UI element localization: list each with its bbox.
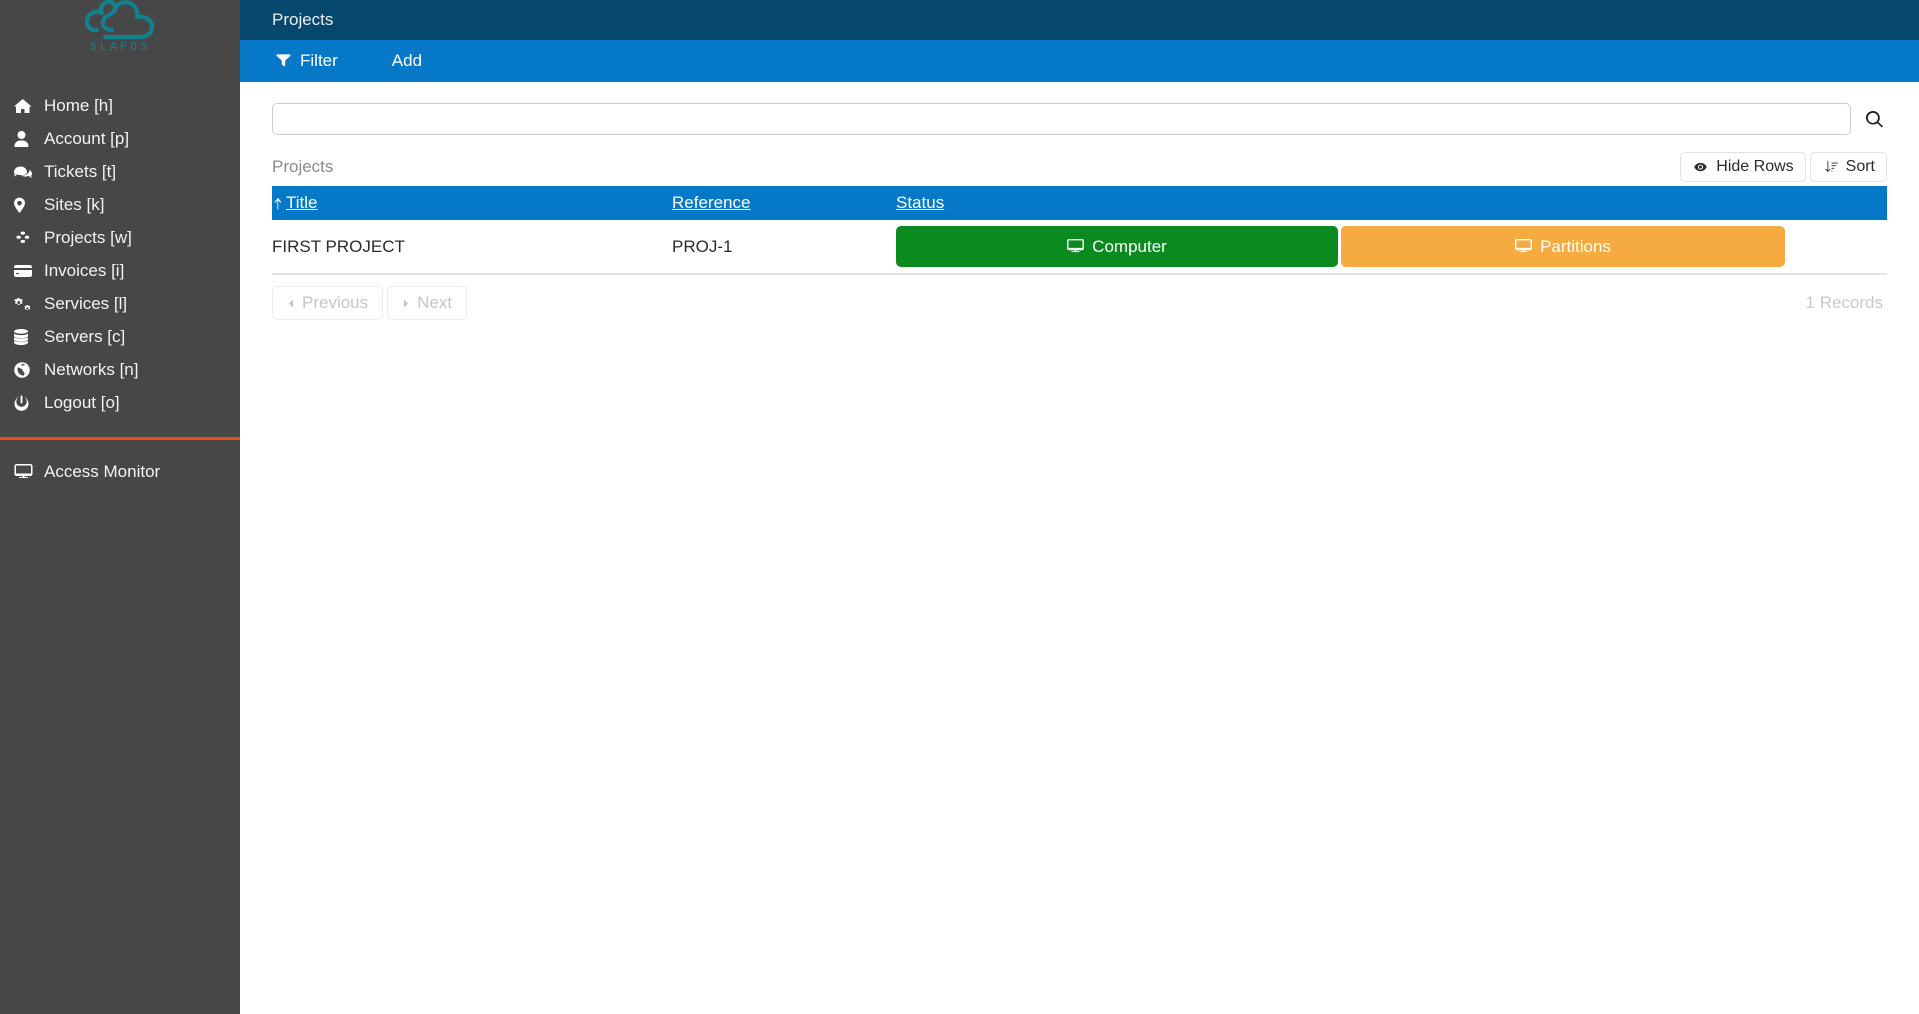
sidebar: SLAPOS Home [h] Account [p] Tickets [t] … bbox=[0, 0, 240, 1014]
eye-icon bbox=[1692, 161, 1709, 173]
table-col-status-link[interactable]: Status bbox=[896, 193, 944, 213]
listing-title: Projects bbox=[272, 157, 334, 176]
listing-header: Projects Hide Rows Sort bbox=[272, 152, 1887, 182]
sidebar-divider bbox=[0, 437, 240, 440]
triangle-left-icon bbox=[287, 298, 295, 309]
table-head: Title Reference Status bbox=[272, 186, 1887, 220]
sort-amount-down-icon bbox=[1822, 160, 1839, 174]
projects-table: Title Reference Status FIRST PROJECT PRO… bbox=[272, 186, 1887, 275]
desktop-icon bbox=[1067, 239, 1085, 254]
add-button-label: Add bbox=[391, 51, 423, 70]
desktop-icon bbox=[1515, 239, 1532, 254]
sort-label: Sort bbox=[1845, 158, 1875, 175]
table-body: FIRST PROJECT PROJ-1 Computer Partitions bbox=[272, 220, 1887, 274]
home-icon bbox=[14, 98, 44, 114]
sidebar-item-label: Home [h] bbox=[44, 95, 113, 115]
triangle-right-icon bbox=[402, 298, 410, 309]
sidebar-nav: Home [h] Account [p] Tickets [t] Sites [… bbox=[0, 89, 240, 419]
sidebar-item-services[interactable]: Services [l] bbox=[0, 287, 240, 320]
next-page-label: Next bbox=[417, 293, 453, 312]
records-count: 1 Records bbox=[1805, 293, 1883, 312]
sidebar-item-tickets[interactable]: Tickets [t] bbox=[0, 155, 240, 188]
sidebar-item-projects[interactable]: Projects [w] bbox=[0, 221, 240, 254]
sidebar-nav-bottom: Access Monitor bbox=[0, 455, 240, 488]
filter-button-label: Filter bbox=[300, 51, 338, 70]
add-button[interactable]: Add bbox=[382, 47, 432, 75]
table-col-reference: Reference bbox=[672, 186, 896, 220]
search-input[interactable] bbox=[272, 103, 1851, 135]
table-col-status: Status bbox=[896, 186, 1887, 220]
svg-text:SLAPOS: SLAPOS bbox=[90, 41, 151, 52]
credit-card-icon bbox=[14, 263, 44, 279]
sidebar-item-account[interactable]: Account [p] bbox=[0, 122, 240, 155]
globe-icon bbox=[14, 361, 44, 378]
map-marker-icon bbox=[14, 197, 44, 213]
sidebar-item-label: Sites [k] bbox=[44, 194, 105, 214]
search-icon bbox=[1865, 110, 1883, 128]
main-area: Projects Filter Add Projects Hide Rows S… bbox=[240, 0, 1919, 1014]
sidebar-item-label: Account [p] bbox=[44, 128, 130, 148]
sidebar-item-networks[interactable]: Networks [n] bbox=[0, 353, 240, 386]
pagination-row: Previous Next 1 Records bbox=[272, 285, 1887, 321]
comments-icon bbox=[14, 164, 44, 180]
sidebar-item-label: Access Monitor bbox=[44, 461, 161, 481]
sort-button[interactable]: Sort bbox=[1809, 152, 1887, 182]
filter-button[interactable]: Filter bbox=[266, 47, 348, 75]
cell-reference: PROJ-1 bbox=[672, 236, 733, 256]
pagination-controls: Previous Next bbox=[272, 286, 468, 320]
sidebar-item-home[interactable]: Home [h] bbox=[0, 89, 240, 122]
app-root: SLAPOS Home [h] Account [p] Tickets [t] … bbox=[0, 0, 1919, 1014]
page-title: Projects bbox=[272, 10, 334, 29]
database-icon bbox=[14, 328, 44, 345]
arrow-up-icon bbox=[272, 197, 284, 210]
hide-rows-button[interactable]: Hide Rows bbox=[1680, 152, 1806, 182]
filter-icon bbox=[276, 54, 291, 68]
desktop-icon bbox=[14, 463, 44, 480]
table-row[interactable]: FIRST PROJECT PROJ-1 Computer Partitions bbox=[272, 220, 1887, 274]
power-off-icon bbox=[14, 395, 44, 411]
sidebar-item-label: Invoices [i] bbox=[44, 260, 125, 280]
partitions-button-label: Partitions bbox=[1540, 236, 1611, 256]
search-row bbox=[272, 103, 1887, 135]
sidebar-item-sites[interactable]: Sites [k] bbox=[0, 188, 240, 221]
search-submit-button[interactable] bbox=[1861, 104, 1887, 134]
page-header: Projects bbox=[240, 0, 1919, 40]
listing-actions: Hide Rows Sort bbox=[1680, 152, 1887, 182]
sidebar-item-servers[interactable]: Servers [c] bbox=[0, 320, 240, 353]
table-col-title: Title bbox=[272, 186, 672, 220]
brand-logo[interactable]: SLAPOS bbox=[0, 0, 240, 64]
table-col-title-link[interactable]: Title bbox=[286, 193, 318, 213]
cubes-icon bbox=[14, 230, 44, 246]
partitions-button[interactable]: Partitions bbox=[1341, 226, 1785, 267]
user-icon bbox=[14, 130, 44, 147]
sidebar-item-access-monitor[interactable]: Access Monitor bbox=[0, 455, 240, 488]
sidebar-item-label: Networks [n] bbox=[44, 359, 139, 379]
previous-page-label: Previous bbox=[302, 293, 369, 312]
sidebar-item-label: Logout [o] bbox=[44, 392, 120, 412]
sidebar-item-label: Servers [c] bbox=[44, 326, 126, 346]
cogs-icon bbox=[14, 296, 44, 312]
cell-title: FIRST PROJECT bbox=[272, 236, 405, 256]
content-area: Projects Hide Rows Sort Title Reference … bbox=[240, 82, 1919, 321]
hide-rows-label: Hide Rows bbox=[1716, 158, 1794, 175]
computer-button-label: Computer bbox=[1092, 236, 1167, 256]
previous-page-button[interactable]: Previous bbox=[272, 286, 384, 320]
sidebar-item-label: Tickets [t] bbox=[44, 161, 117, 181]
sidebar-item-label: Services [l] bbox=[44, 293, 128, 313]
sidebar-item-label: Projects [w] bbox=[44, 227, 132, 247]
sidebar-item-invoices[interactable]: Invoices [i] bbox=[0, 254, 240, 287]
computer-button[interactable]: Computer bbox=[896, 226, 1338, 267]
next-page-button[interactable]: Next bbox=[387, 286, 468, 320]
cell-status: Computer Partitions bbox=[896, 220, 1887, 274]
slapos-cloud-logo-icon: SLAPOS bbox=[68, 0, 172, 52]
table-col-reference-link[interactable]: Reference bbox=[672, 193, 750, 213]
sidebar-item-logout[interactable]: Logout [o] bbox=[0, 386, 240, 419]
table-header-row: Title Reference Status bbox=[272, 186, 1887, 220]
action-toolbar: Filter Add bbox=[240, 40, 1919, 82]
